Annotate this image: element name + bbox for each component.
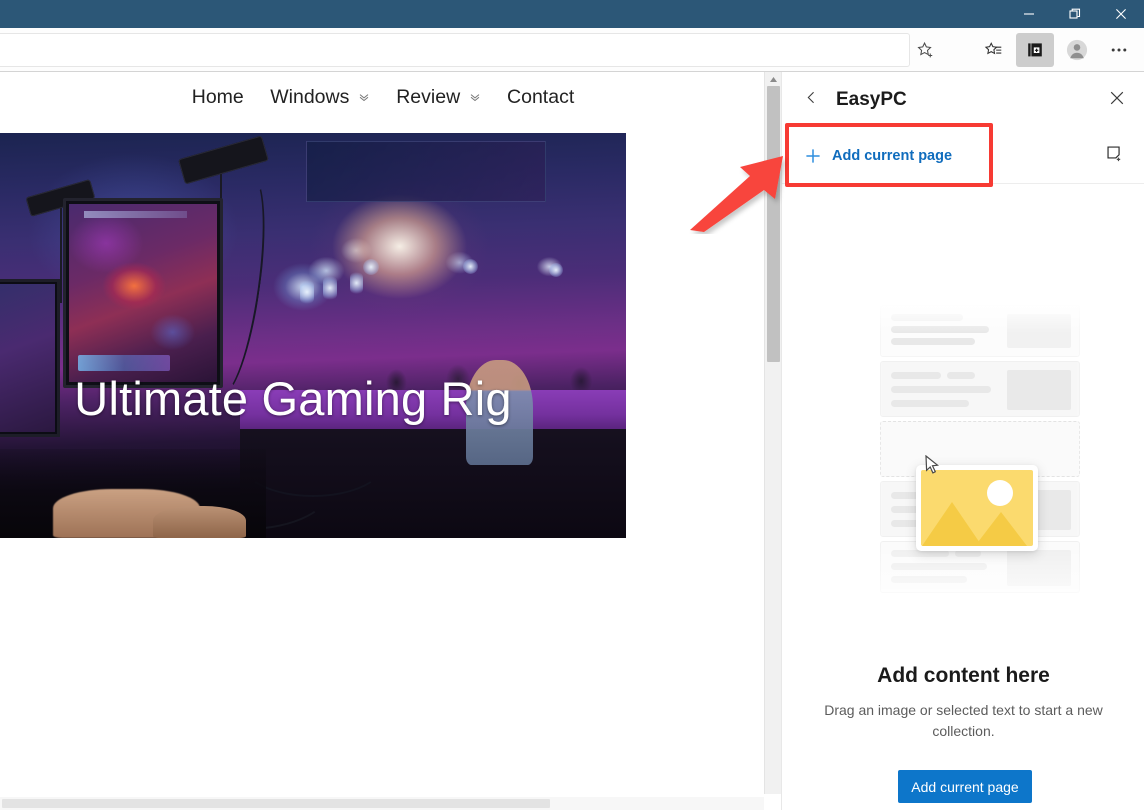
skeleton-card (880, 361, 1080, 417)
bokeh-light (549, 263, 563, 277)
nav-item-review[interactable]: Review (396, 86, 480, 109)
hero-main-monitor-screen (69, 204, 217, 382)
chevron-left-icon (804, 90, 819, 110)
collections-panel: EasyPC Add current page (781, 72, 1144, 810)
nav-item-contact[interactable]: Contact (507, 86, 574, 109)
restore-button[interactable] (1052, 0, 1098, 28)
collection-title: EasyPC (836, 89, 907, 111)
site-navigation: Home Windows Review Contact (0, 86, 766, 109)
browser-toolbar (0, 28, 1144, 72)
minimize-button[interactable] (1006, 0, 1052, 28)
vertical-scrollbar-thumb[interactable] (767, 86, 780, 362)
empty-state-illustration (880, 305, 1080, 625)
profile-avatar-icon (1066, 39, 1088, 61)
add-note-icon (1105, 144, 1124, 168)
horizontal-scrollbar[interactable] (0, 797, 764, 810)
title-bar (0, 0, 1144, 28)
hero-stage-banner (306, 141, 546, 202)
vertical-scrollbar[interactable] (764, 72, 781, 794)
empty-state-title: Add content here (782, 664, 1144, 688)
favorites-list-button[interactable] (974, 33, 1012, 67)
mountain-shape (975, 512, 1027, 546)
bokeh-light (463, 259, 478, 274)
close-icon (1115, 8, 1127, 20)
horizontal-scrollbar-thumb[interactable] (2, 799, 550, 808)
add-note-button[interactable] (1097, 139, 1131, 173)
bokeh-light (363, 259, 379, 275)
nav-item-review-label: Review (396, 86, 460, 108)
add-current-page-label: Add current page (832, 148, 952, 164)
bokeh-light (300, 279, 314, 305)
bokeh-light (323, 275, 337, 301)
minimize-icon (1023, 8, 1035, 20)
favorites-list-icon (984, 41, 1003, 60)
scroll-up-arrow-icon[interactable] (765, 72, 781, 86)
hero-main-monitor (63, 198, 223, 388)
illustration-fade (874, 545, 1086, 635)
favorite-star-add-icon (916, 41, 935, 60)
chevron-down-icon (358, 86, 370, 109)
profile-button[interactable] (1058, 33, 1096, 67)
mountain-shape (922, 502, 982, 546)
collections-icon (1025, 40, 1045, 60)
add-current-page-link[interactable]: Add current page (796, 138, 960, 174)
collections-toolbar: Add current page (782, 128, 1144, 184)
illustration-fade (850, 295, 884, 635)
hero-hand (153, 506, 246, 538)
hero-camera-arm (60, 206, 62, 303)
settings-more-icon (1109, 40, 1129, 60)
web-page-content: Home Windows Review Contact (0, 72, 766, 810)
window-controls (1006, 0, 1144, 28)
favorite-star-add-button[interactable] (906, 33, 944, 67)
address-bar-input[interactable] (0, 33, 910, 67)
browser-window: Home Windows Review Contact (0, 0, 1144, 810)
chevron-down-icon (469, 86, 481, 109)
nav-item-windows-label: Windows (270, 86, 349, 108)
empty-state-subtitle: Drag an image or selected text to start … (822, 700, 1105, 742)
sun-shape (987, 480, 1013, 506)
close-collections-button[interactable] (1100, 83, 1134, 117)
illustration-fade (874, 299, 1086, 333)
illustration-fade (1076, 295, 1110, 635)
hero-game-hud (78, 355, 170, 371)
restore-icon (1069, 8, 1081, 20)
add-current-page-button[interactable]: Add current page (898, 770, 1032, 803)
dragged-image-card (916, 465, 1038, 551)
settings-more-button[interactable] (1100, 33, 1138, 67)
collections-button[interactable] (1016, 33, 1054, 67)
close-icon (1110, 91, 1124, 110)
mouse-cursor-icon (925, 455, 941, 475)
image-placeholder-icon (921, 470, 1033, 546)
back-button[interactable] (794, 83, 828, 117)
nav-item-windows[interactable]: Windows (270, 86, 370, 109)
close-button[interactable] (1098, 0, 1144, 28)
nav-item-home[interactable]: Home (192, 86, 244, 109)
plus-icon (798, 141, 828, 171)
hero-game-topbar (84, 211, 187, 218)
collections-empty-state: Add content here Drag an image or select… (782, 190, 1144, 810)
hero-title: Ultimate Gaming Rig (0, 371, 626, 426)
collections-header: EasyPC (782, 72, 1144, 128)
toolbar-icon-group (972, 28, 1140, 72)
bokeh-light (350, 271, 363, 295)
hero-image (0, 133, 626, 538)
